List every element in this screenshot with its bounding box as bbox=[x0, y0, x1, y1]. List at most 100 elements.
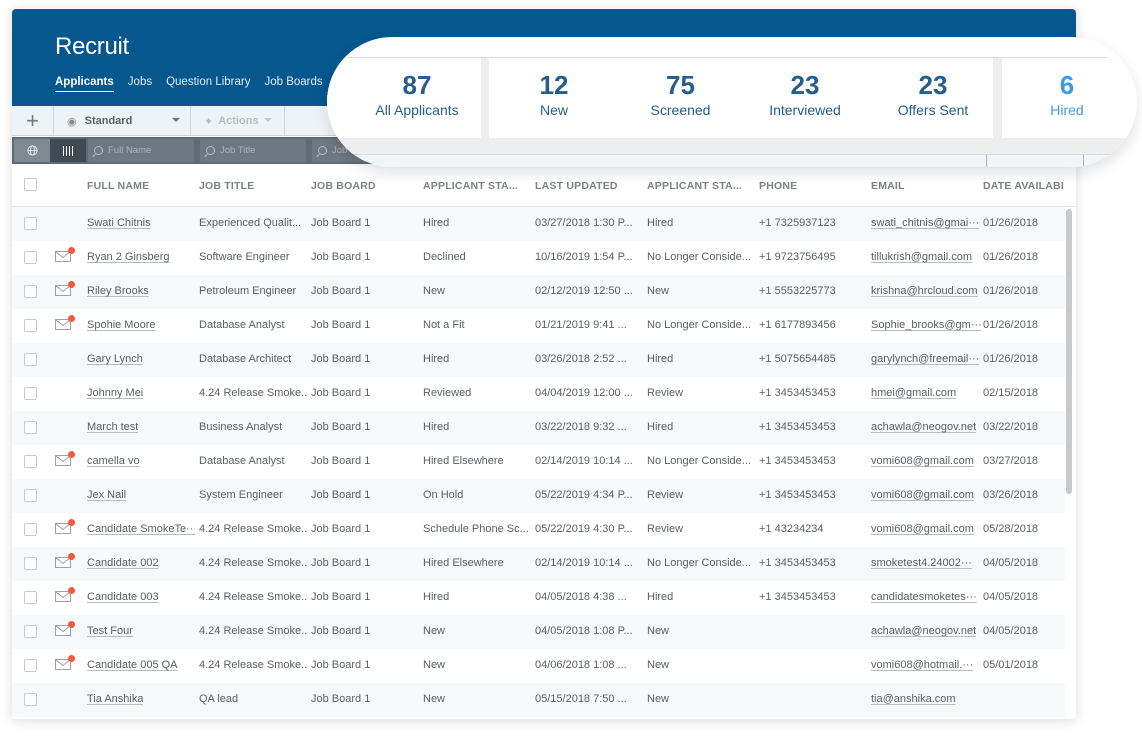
mail-icon[interactable] bbox=[55, 519, 75, 534]
column-header-applicant-status[interactable]: APPLICANT STA... bbox=[423, 180, 528, 192]
column-header-full-name[interactable]: FULL NAME bbox=[87, 180, 192, 192]
column-header-job-title[interactable]: JOB TITLE bbox=[199, 180, 304, 192]
cell-full-name[interactable]: camella vo bbox=[87, 455, 140, 467]
cell-email[interactable]: vomi608@hotmail.··· bbox=[871, 659, 973, 671]
row-checkbox[interactable] bbox=[24, 455, 37, 468]
cell-email[interactable]: smoketest4.24002··· bbox=[871, 557, 972, 569]
cell-applicant-stage: Review bbox=[647, 387, 684, 399]
cell-email[interactable]: vomi608@gmail.com bbox=[871, 489, 974, 501]
stat-all-applicants[interactable]: 87 All Applicants bbox=[357, 58, 477, 118]
stat-hired[interactable]: 6 Hired bbox=[1027, 58, 1107, 118]
table-row[interactable]: Test Four 4.24 Release Smoke... Job Board … bbox=[12, 615, 1065, 649]
mail-icon[interactable] bbox=[55, 587, 75, 602]
table-row[interactable]: Spohie Moore Database Analyst Job Board 1 N… bbox=[12, 309, 1065, 343]
column-header-phone[interactable]: PHONE bbox=[759, 180, 864, 192]
nav-job-boards[interactable]: Job Boards bbox=[264, 76, 322, 92]
globe-button[interactable] bbox=[14, 139, 50, 162]
table-row[interactable]: Candidate 003 4.24 Release Smoke... Job Bo… bbox=[12, 581, 1065, 615]
cell-full-name[interactable]: Gary Lynch bbox=[87, 353, 143, 365]
mail-icon[interactable] bbox=[55, 247, 75, 262]
row-checkbox[interactable] bbox=[24, 659, 37, 672]
select-all-checkbox[interactable] bbox=[24, 178, 37, 191]
cell-full-name[interactable]: Candidate SmokeTe··· bbox=[87, 523, 195, 535]
filter-full-name-input[interactable]: Full Name bbox=[88, 139, 194, 162]
row-checkbox[interactable] bbox=[24, 625, 37, 638]
row-checkbox[interactable] bbox=[24, 217, 37, 230]
mail-icon[interactable] bbox=[55, 655, 75, 670]
row-checkbox[interactable] bbox=[24, 387, 37, 400]
row-checkbox[interactable] bbox=[24, 353, 37, 366]
table-row[interactable]: Tia Anshika QA lead Job Board 1 New 05/15/20… bbox=[12, 683, 1065, 717]
cell-email[interactable]: achawla@neogov.net bbox=[871, 625, 976, 637]
stat-value: 23 bbox=[790, 70, 820, 100]
nav-applicants[interactable]: Applicants bbox=[55, 76, 114, 92]
table-row[interactable]: Candidate SmokeTe··· 4.24 Release Smoke..… bbox=[12, 513, 1065, 547]
cell-email[interactable]: hmei@gmail.com bbox=[871, 387, 956, 399]
cell-full-name[interactable]: Candidate 005 QA bbox=[87, 659, 178, 671]
table-row[interactable]: Johnny Mei 4.24 Release Smoke... Job Board… bbox=[12, 377, 1065, 411]
table-row[interactable]: Gary Lynch Database Architect Job Board 1 H… bbox=[12, 343, 1065, 377]
table-row[interactable]: Swati Chitnis Experienced Qualit... Job Bo… bbox=[12, 207, 1065, 241]
cell-full-name[interactable]: Riley Brooks bbox=[87, 285, 149, 297]
column-header-date-available[interactable]: DATE AVAILABI bbox=[983, 180, 1065, 192]
stat-screened[interactable]: 75 Screened bbox=[633, 58, 728, 118]
column-header-applicant-stage[interactable]: APPLICANT STA... bbox=[647, 180, 752, 192]
cell-email[interactable]: tillukrish@gmail.com bbox=[871, 251, 972, 263]
cell-full-name[interactable]: Ryan 2 Ginsberg bbox=[87, 251, 170, 263]
cell-full-name[interactable]: Candidate 003 bbox=[87, 591, 159, 603]
cell-email[interactable]: achawla@neogov.net bbox=[871, 421, 976, 433]
column-header-job-board[interactable]: JOB BOARD bbox=[311, 180, 416, 192]
cell-full-name[interactable]: Jex Nail bbox=[87, 489, 126, 501]
stat-interviewed[interactable]: 23 Interviewed bbox=[755, 58, 855, 118]
row-checkbox[interactable] bbox=[24, 557, 37, 570]
column-header-email[interactable]: EMAIL bbox=[871, 180, 976, 192]
cell-email[interactable]: garylynch@freemail··· bbox=[871, 353, 979, 365]
add-button[interactable]: + bbox=[12, 106, 54, 136]
cell-email[interactable]: candidatesmoketes··· bbox=[871, 591, 977, 603]
table-row[interactable]: Riley Brooks Petroleum Engineer Job Board … bbox=[12, 275, 1065, 309]
table-row[interactable]: camella vo Database Analyst Job Board 1 Hir… bbox=[12, 445, 1065, 479]
mail-icon[interactable] bbox=[55, 621, 75, 636]
table-scrollbar[interactable] bbox=[1066, 209, 1072, 494]
cell-full-name[interactable]: Test Four bbox=[87, 625, 133, 637]
row-checkbox[interactable] bbox=[24, 285, 37, 298]
row-checkbox[interactable] bbox=[24, 591, 37, 604]
table-row[interactable]: Candidate 005 QA 4.24 Release Smoke... Job… bbox=[12, 649, 1065, 683]
cell-full-name[interactable]: Johnny Mei bbox=[87, 387, 143, 399]
columns-button[interactable] bbox=[50, 139, 86, 162]
table-row[interactable]: March test Business Analyst Job Board 1 Hir… bbox=[12, 411, 1065, 445]
row-checkbox[interactable] bbox=[24, 489, 37, 502]
mail-icon[interactable] bbox=[55, 281, 75, 296]
cell-email[interactable]: swati_chitnis@gmai··· bbox=[871, 217, 979, 229]
mail-icon[interactable] bbox=[55, 451, 75, 466]
mail-icon[interactable] bbox=[55, 315, 75, 330]
stat-new[interactable]: 12 New bbox=[509, 58, 599, 118]
cell-phone: +1 3453453453 bbox=[759, 421, 836, 433]
mail-icon[interactable] bbox=[55, 553, 75, 568]
nav-jobs[interactable]: Jobs bbox=[128, 76, 152, 92]
view-select[interactable]: ◉ Standard bbox=[55, 106, 191, 136]
cell-email[interactable]: Sophie_brooks@gm··· bbox=[871, 319, 981, 331]
table-row[interactable]: Ryan 2 Ginsberg Software Engineer Job Boar… bbox=[12, 241, 1065, 275]
cell-email[interactable]: vomi608@gmail.com bbox=[871, 523, 974, 535]
nav-question-library[interactable]: Question Library bbox=[166, 76, 250, 92]
table-row[interactable]: Candidate 002 4.24 Release Smoke... Job Bo… bbox=[12, 547, 1065, 581]
cell-full-name[interactable]: Spohie Moore bbox=[87, 319, 156, 331]
row-checkbox[interactable] bbox=[24, 693, 37, 706]
cell-email[interactable]: vomi608@gmail.com bbox=[871, 455, 974, 467]
filter-job-title-input[interactable]: Job Title bbox=[200, 139, 306, 162]
row-checkbox[interactable] bbox=[24, 421, 37, 434]
cell-full-name[interactable]: Candidate 002 bbox=[87, 557, 159, 569]
cell-email[interactable]: krishna@hrcloud.com bbox=[871, 285, 978, 297]
row-checkbox[interactable] bbox=[24, 319, 37, 332]
actions-button[interactable]: ✦ Actions bbox=[192, 106, 285, 136]
cell-full-name[interactable]: Tia Anshika bbox=[87, 693, 143, 705]
table-row[interactable]: Jex Nail System Engineer Job Board 1 On Hol… bbox=[12, 479, 1065, 513]
cell-email[interactable]: tia@anshika.com bbox=[871, 693, 956, 705]
column-header-last-updated[interactable]: LAST UPDATED bbox=[535, 180, 640, 192]
cell-full-name[interactable]: March test bbox=[87, 421, 138, 433]
row-checkbox[interactable] bbox=[24, 523, 37, 536]
cell-full-name[interactable]: Swati Chitnis bbox=[87, 217, 151, 229]
stat-offers-sent[interactable]: 23 Offers Sent bbox=[883, 58, 983, 118]
row-checkbox[interactable] bbox=[24, 251, 37, 264]
